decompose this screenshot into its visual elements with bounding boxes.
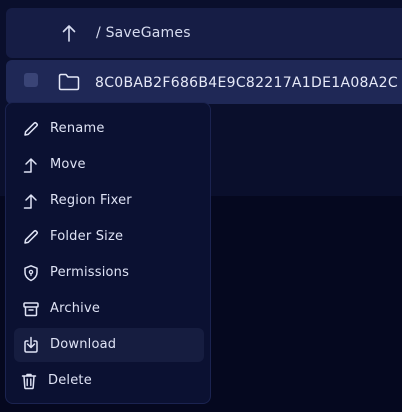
menu-item-label: Permissions [50,265,130,280]
pencil-icon [22,120,40,138]
menu-item-label: Download [50,337,117,352]
trash-icon [20,372,38,390]
menu-item-download[interactable]: Download [14,328,204,362]
menu-item-label: Region Fixer [50,193,132,208]
folder-name[interactable]: 8C0BAB2F686B4E9C82217A1DE1A08A2C [95,75,398,91]
folder-icon [58,73,80,91]
row-checkbox[interactable] [24,73,38,87]
arrow-up-icon[interactable] [62,24,76,42]
menu-item-archive[interactable]: Archive [14,292,204,326]
menu-item-label: Rename [50,121,105,136]
archive-icon [22,300,40,318]
pencil-icon [22,228,40,246]
menu-item-rename[interactable]: Rename [14,112,204,146]
menu-item-label: Move [50,157,86,172]
arrow-up-icon [22,156,40,174]
menu-item-folder-size[interactable]: Folder Size [14,220,204,254]
menu-item-region-fixer[interactable]: Region Fixer [14,184,204,218]
shield-icon [22,264,40,282]
download-icon [22,336,40,354]
menu-item-delete[interactable]: Delete [14,364,204,398]
menu-item-label: Delete [48,373,92,388]
menu-item-label: Archive [50,301,101,316]
menu-item-move[interactable]: Move [14,148,204,182]
breadcrumb-path[interactable]: / SaveGames [96,25,191,41]
menu-item-label: Folder Size [50,229,124,244]
menu-item-permissions[interactable]: Permissions [14,256,204,290]
file-manager: / SaveGames 8C0BAB2F686B4E9C82217A1DE1A0… [0,0,402,412]
arrow-up-icon [22,192,40,210]
context-menu: Rename Move Region Fixer Folder Size Per… [5,102,211,404]
